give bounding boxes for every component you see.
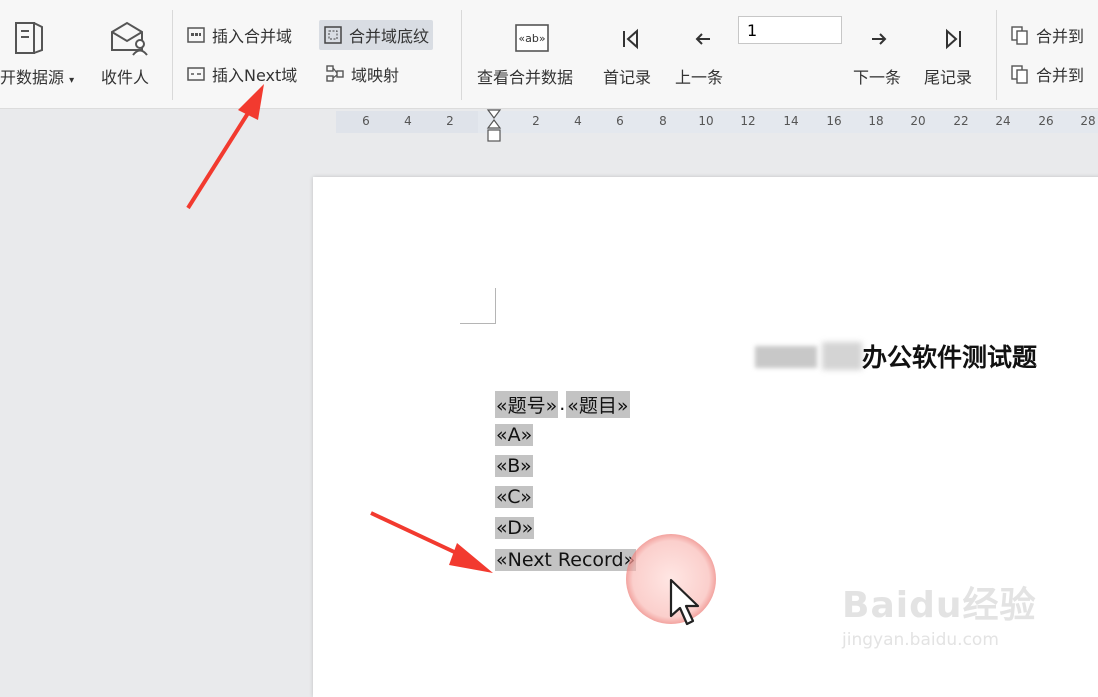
merge-field-option-c[interactable]: «C»: [495, 486, 533, 508]
ruler-tick: 20: [910, 114, 926, 128]
next-arrow-icon[interactable]: [870, 30, 888, 48]
ruler-tick: 12: [740, 114, 756, 128]
ruler-tick: 18: [868, 114, 884, 128]
merge-to-printer-button[interactable]: 合并到: [1010, 59, 1084, 89]
option-line[interactable]: «A»: [495, 421, 534, 449]
merge-field-option-d[interactable]: «D»: [495, 517, 535, 539]
previous-record-button[interactable]: 上一条: [675, 64, 723, 88]
option-line[interactable]: «B»: [495, 452, 533, 480]
margin-corner-mark: [495, 288, 496, 324]
next-record-line[interactable]: «Next Record»: [495, 546, 637, 574]
watermark: Baidu经验 jingyan.baidu.com: [842, 576, 1036, 650]
ruler-tick: 4: [574, 114, 582, 128]
first-record-button[interactable]: 首记录: [603, 64, 651, 88]
first-record-icon[interactable]: [620, 28, 642, 50]
insert-next-field-label: 插入Next域: [212, 66, 298, 85]
ruler-tick: 6: [362, 114, 370, 128]
merge-field-option-a[interactable]: «A»: [495, 424, 534, 446]
ruler-tick: 26: [1038, 114, 1054, 128]
merge-field-shading-label: 合并域底纹: [349, 27, 430, 46]
ribbon-separator: [461, 10, 462, 100]
ruler-tick: 14: [783, 114, 799, 128]
ruler-tick: 16: [826, 114, 842, 128]
document-title[interactable]: 办公软件测试题: [862, 338, 1037, 374]
merge-to-document-label: 合并到: [1036, 27, 1085, 46]
recipients-icon[interactable]: [109, 20, 149, 56]
ruler-tick: 2: [446, 114, 454, 128]
ruler-tick: 10: [698, 114, 714, 128]
last-record-button[interactable]: 尾记录: [924, 64, 972, 88]
ruler-tick: 24: [995, 114, 1011, 128]
question-line[interactable]: «题号». «题目»: [495, 390, 630, 418]
document-title-text: 办公软件测试题: [862, 343, 1038, 372]
merge-field-icon: [187, 27, 205, 43]
merge-field-option-b[interactable]: «B»: [495, 455, 533, 477]
margin-corner-mark: [460, 323, 496, 324]
field-mapping-button[interactable]: 域映射: [325, 59, 399, 89]
ruler-tick: 4: [404, 114, 412, 128]
view-merged-data-icon[interactable]: «ab»: [515, 24, 549, 52]
merge-to-document-button[interactable]: 合并到: [1010, 20, 1084, 50]
merge-to-document-icon: [1011, 26, 1028, 45]
ruler-tick: 8: [659, 114, 667, 128]
ruler-tick: 28: [1080, 114, 1096, 128]
open-datasource-button[interactable]: 开数据源 ▾: [0, 64, 74, 88]
field-mapping-icon: [326, 65, 344, 82]
watermark-url: jingyan.baidu.com: [842, 630, 999, 650]
insert-merge-field-label: 插入合并域: [212, 27, 293, 46]
ruler-tick: 22: [953, 114, 969, 128]
ribbon-toolbar: 开数据源 ▾ 收件人 插入合并域 合并域底纹 插入Next域 域映射 «ab» …: [0, 0, 1098, 109]
separator-text: .: [559, 393, 566, 415]
svg-text:«ab»: «ab»: [518, 32, 545, 45]
option-line[interactable]: «D»: [495, 514, 535, 542]
ribbon-separator: [172, 10, 173, 100]
previous-arrow-icon[interactable]: [694, 30, 712, 48]
merge-to-printer-label: 合并到: [1036, 66, 1085, 85]
watermark-logo: Baidu经验: [842, 585, 1037, 626]
record-number-input[interactable]: [738, 16, 842, 44]
ruler-tick: 6: [616, 114, 624, 128]
next-field-icon: [187, 67, 205, 81]
blurred-text: [755, 346, 817, 368]
view-merged-data-button[interactable]: 查看合并数据: [477, 64, 573, 88]
merge-field-next-record[interactable]: «Next Record»: [495, 549, 637, 571]
mouse-pointer-icon: [669, 578, 700, 626]
insert-next-field-button[interactable]: 插入Next域: [186, 59, 297, 89]
merge-field-question-text[interactable]: «题目»: [566, 390, 630, 418]
indent-marker-icon[interactable]: [486, 109, 502, 143]
next-record-button[interactable]: 下一条: [853, 64, 901, 88]
field-shading-icon: [324, 26, 342, 44]
open-datasource-label: 开数据源: [0, 68, 65, 87]
recipients-button[interactable]: 收件人: [101, 64, 149, 88]
field-mapping-label: 域映射: [351, 66, 400, 85]
data-source-icon[interactable]: [12, 20, 46, 56]
blurred-text: [822, 342, 862, 370]
merge-field-shading-button[interactable]: 合并域底纹: [319, 20, 434, 50]
ribbon-separator: [996, 10, 997, 100]
last-record-icon[interactable]: [942, 28, 964, 50]
ruler-tick: 2: [532, 114, 540, 128]
option-line[interactable]: «C»: [495, 483, 533, 511]
horizontal-ruler[interactable]: 6 4 2 2 4 6 8 10 12 14 16 18 20 22 24 26…: [0, 109, 1098, 142]
dropdown-arrow-icon: ▾: [69, 75, 75, 86]
merge-to-printer-icon: [1011, 65, 1028, 84]
merge-field-question-number[interactable]: «题号»: [495, 390, 559, 418]
insert-merge-field-button[interactable]: 插入合并域: [186, 20, 292, 50]
